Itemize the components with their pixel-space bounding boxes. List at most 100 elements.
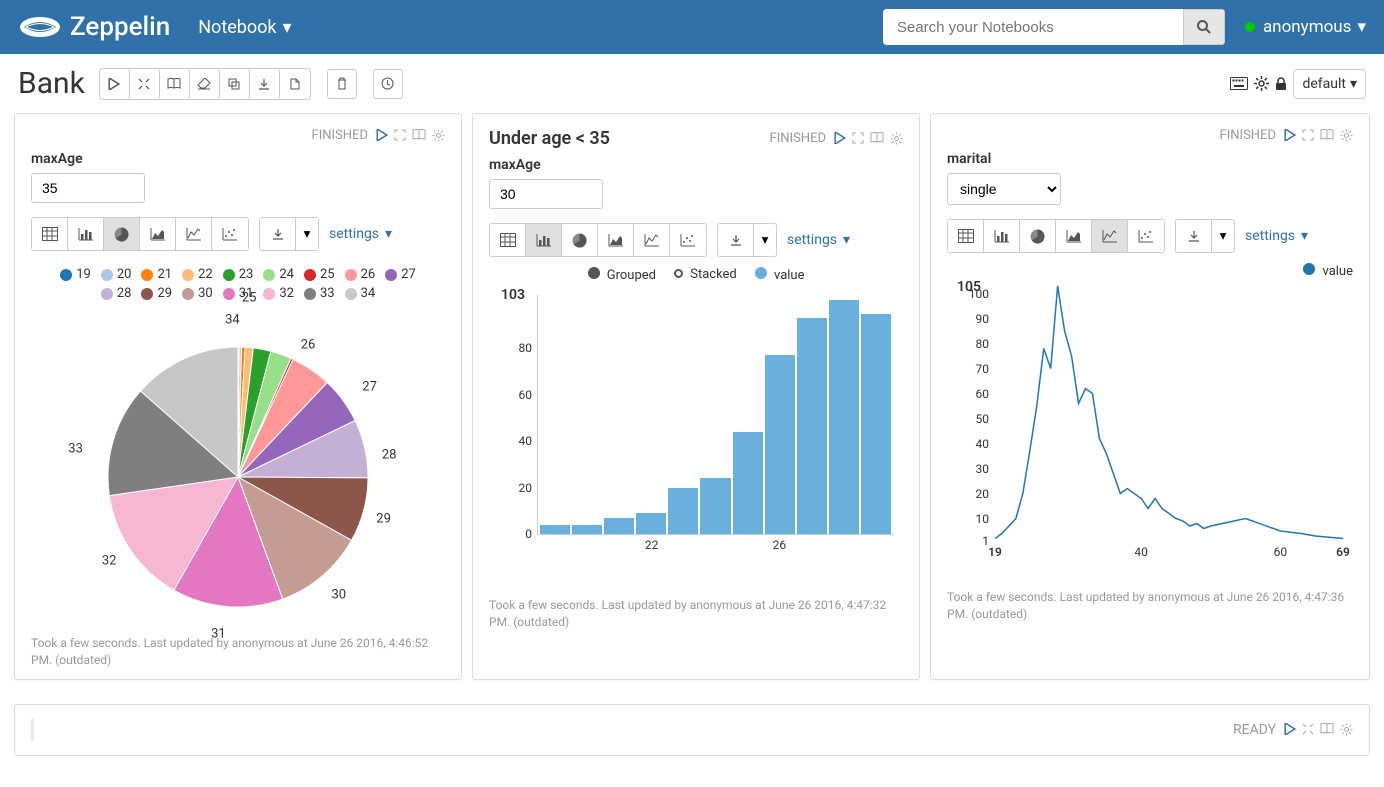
search-input[interactable] [883, 9, 1183, 45]
download-button[interactable] [1176, 220, 1212, 252]
legend-item[interactable]: 28 [101, 286, 132, 301]
gear-icon [890, 132, 903, 145]
caret-down-icon: ▾ [762, 232, 769, 248]
expand-button[interactable] [1302, 129, 1314, 142]
brand[interactable]: Zeppelin [18, 12, 170, 42]
viz-area-button[interactable] [598, 224, 634, 256]
viz-bar-button[interactable] [526, 224, 562, 256]
settings-link[interactable]: settings▾ [329, 226, 392, 242]
scatter-icon [1138, 229, 1154, 243]
viz-scatter-button[interactable] [1128, 220, 1164, 252]
legend-item[interactable]: 23 [223, 267, 254, 282]
book-button[interactable] [412, 129, 426, 142]
book-button[interactable] [1320, 723, 1334, 736]
run-paragraph-button[interactable] [1284, 723, 1296, 736]
legend-item[interactable]: 21 [141, 267, 172, 282]
run-all-button[interactable] [100, 69, 130, 99]
viz-area-button[interactable] [140, 218, 176, 250]
download-caret-button[interactable]: ▾ [296, 218, 318, 250]
download-caret-button[interactable]: ▾ [1212, 220, 1234, 252]
run-paragraph-button[interactable] [376, 129, 388, 142]
run-paragraph-button[interactable] [834, 132, 846, 145]
pie-chart[interactable]: 34 26 27 28 29 30 31 32 33 25 [98, 337, 378, 617]
bar[interactable] [636, 513, 666, 534]
scatter-icon [680, 233, 696, 247]
paragraph-empty[interactable]: READY [14, 704, 1370, 756]
viz-table-button[interactable] [490, 224, 526, 256]
legend-item[interactable]: 30 [182, 286, 213, 301]
legend-item[interactable]: 27 [385, 267, 416, 282]
bar[interactable] [572, 525, 602, 534]
gear-button[interactable] [1340, 129, 1353, 142]
user-menu[interactable]: anonymous ▾ [1245, 17, 1366, 37]
expand-button[interactable] [852, 132, 864, 145]
expand-button[interactable] [394, 129, 406, 142]
viz-line-button[interactable] [176, 218, 212, 250]
marital-select[interactable]: single [947, 173, 1061, 205]
delete-button[interactable] [327, 69, 357, 99]
settings-link[interactable]: settings▾ [1245, 228, 1308, 244]
bar[interactable] [668, 488, 698, 534]
download-caret-button[interactable]: ▾ [754, 224, 776, 256]
gear-button[interactable] [890, 132, 903, 145]
bar[interactable] [797, 318, 827, 534]
viz-pie-button[interactable] [1020, 220, 1056, 252]
gear-icon[interactable] [1254, 76, 1269, 91]
viz-area-button[interactable] [1056, 220, 1092, 252]
viz-table-button[interactable] [32, 218, 68, 250]
viz-pie-button[interactable] [562, 224, 598, 256]
area-icon [1066, 229, 1082, 243]
book-button[interactable] [870, 132, 884, 145]
notebook-title[interactable]: Bank [18, 66, 85, 101]
hide-output-button[interactable] [160, 69, 190, 99]
export-button[interactable] [250, 69, 280, 99]
maxage-input[interactable] [489, 179, 603, 209]
bar[interactable] [765, 355, 795, 534]
keyboard-icon[interactable] [1230, 77, 1248, 90]
legend-item[interactable]: 29 [141, 286, 172, 301]
line-chart[interactable]: 105 100908070605040302010119406069 [947, 281, 1353, 581]
viz-line-button[interactable] [634, 224, 670, 256]
viz-scatter-button[interactable] [212, 218, 248, 250]
legend-item[interactable]: 25 [304, 267, 335, 282]
book-button[interactable] [1320, 129, 1334, 142]
bar[interactable] [829, 300, 859, 534]
viz-bar-button[interactable] [68, 218, 104, 250]
legend-item[interactable]: 33 [304, 286, 335, 301]
legend-item[interactable]: 24 [263, 267, 294, 282]
lock-icon[interactable] [1275, 77, 1287, 91]
clear-output-button[interactable] [190, 69, 220, 99]
bar-chart[interactable]: 103 80 60 40 20 0 22 26 [489, 289, 903, 589]
download-button[interactable] [718, 224, 754, 256]
download-button[interactable] [260, 218, 296, 250]
maxage-input[interactable] [31, 173, 145, 203]
clone-button[interactable] [220, 69, 250, 99]
legend-item[interactable]: 26 [345, 267, 376, 282]
gear-button[interactable] [1340, 723, 1353, 736]
bar[interactable] [700, 478, 730, 534]
legend-item[interactable]: 20 [101, 267, 132, 282]
legend-item[interactable]: 32 [263, 286, 294, 301]
bar[interactable] [861, 314, 891, 534]
gear-button[interactable] [432, 129, 445, 142]
expand-button[interactable] [1302, 723, 1314, 736]
bar[interactable] [540, 525, 570, 534]
viz-table-button[interactable] [948, 220, 984, 252]
search-button[interactable] [1183, 9, 1225, 45]
version-button[interactable] [280, 69, 310, 99]
viz-bar-button[interactable] [984, 220, 1020, 252]
viz-pie-button[interactable] [104, 218, 140, 250]
viz-scatter-button[interactable] [670, 224, 706, 256]
bar[interactable] [733, 432, 763, 534]
mode-select[interactable]: default ▾ [1293, 69, 1366, 99]
bar[interactable] [604, 518, 634, 534]
notebook-menu[interactable]: Notebook ▾ [198, 17, 291, 38]
settings-link[interactable]: settings▾ [787, 232, 850, 248]
viz-line-button[interactable] [1092, 220, 1128, 252]
legend-item[interactable]: 34 [345, 286, 376, 301]
legend-item[interactable]: 22 [182, 267, 213, 282]
scheduler-button[interactable] [373, 69, 403, 99]
legend-item[interactable]: 19 [60, 267, 91, 282]
hide-code-button[interactable] [130, 69, 160, 99]
run-paragraph-button[interactable] [1284, 129, 1296, 142]
